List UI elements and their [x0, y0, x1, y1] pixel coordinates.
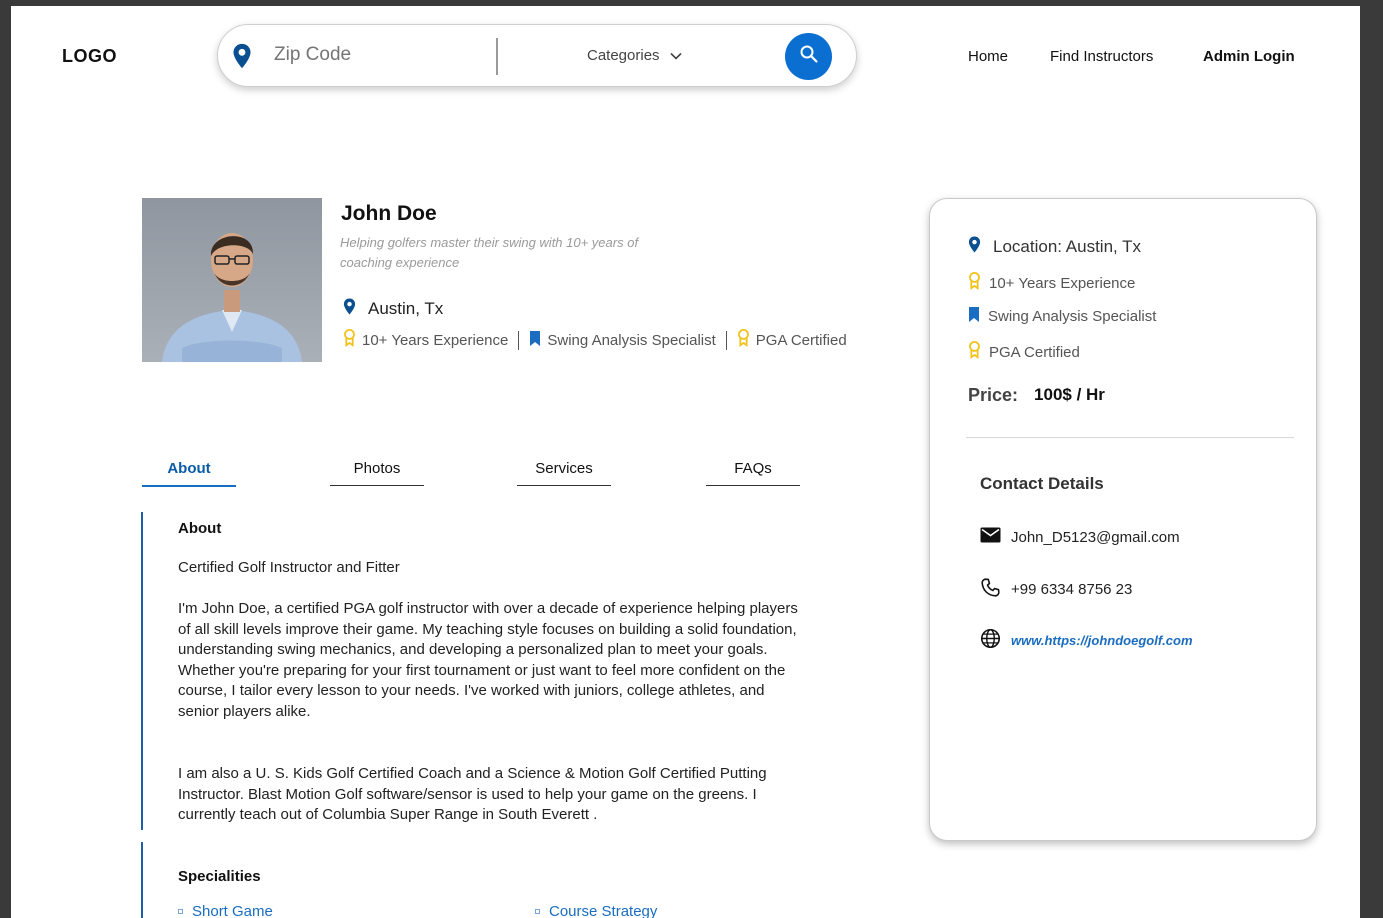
bullet-icon: [535, 909, 540, 914]
tab-about[interactable]: About: [142, 460, 236, 487]
about-heading: About: [178, 520, 222, 537]
tab-services[interactable]: Services: [517, 460, 611, 486]
bookmark-icon: [968, 307, 980, 326]
instructor-info-card: Location: Austin, Tx 10+ Years Experienc…: [929, 198, 1317, 841]
award-icon: [737, 329, 750, 351]
categories-label: Categories: [587, 47, 660, 64]
card-certification-text: PGA Certified: [989, 343, 1080, 361]
speciality-label: Short Game: [192, 903, 273, 918]
badge-separator: [725, 330, 727, 350]
about-paragraph-2: I am also a U. S. Kids Golf Certified Co…: [178, 765, 767, 824]
contact-website[interactable]: www.https://johndoegolf.com: [980, 628, 1193, 653]
profile-photo: [142, 198, 322, 362]
profile-location: Austin, Tx: [343, 298, 443, 320]
card-certification: PGA Certified: [968, 341, 1080, 363]
award-icon: [968, 272, 981, 294]
badge-separator: [518, 330, 520, 350]
contact-heading: Contact Details: [980, 474, 1104, 493]
location-pin-icon: [343, 298, 356, 320]
speciality-item[interactable]: Short Game: [178, 903, 273, 918]
search-button[interactable]: [785, 33, 832, 80]
profile-badges: 10+ Years Experience Swing Analysis Spec…: [343, 329, 847, 351]
search-bar: Categories: [217, 24, 857, 87]
nav-find-instructors[interactable]: Find Instructors: [1050, 48, 1153, 65]
badge-experience: 10+ Years Experience: [343, 329, 508, 351]
globe-icon: [980, 628, 1001, 653]
nav-admin-login[interactable]: Admin Login: [1203, 48, 1295, 65]
badge-experience-label: 10+ Years Experience: [362, 331, 509, 349]
card-experience: 10+ Years Experience: [968, 272, 1135, 294]
price-value: 100$ / Hr: [1034, 385, 1105, 404]
card-specialist-text: Swing Analysis Specialist: [988, 308, 1157, 325]
card-divider: [966, 437, 1294, 438]
badge-specialist-label: Swing Analysis Specialist: [547, 331, 716, 349]
nav-home[interactable]: Home: [968, 48, 1008, 65]
card-specialist: Swing Analysis Specialist: [968, 307, 1156, 326]
specialities-heading: Specialities: [178, 868, 261, 885]
search-divider: [496, 38, 498, 75]
badge-specialist: Swing Analysis Specialist: [529, 330, 716, 350]
contact-phone[interactable]: +99 6334 8756 23: [980, 577, 1132, 602]
price: Price: 100$ / Hr: [968, 385, 1105, 406]
search-icon: [799, 44, 819, 69]
contact-email[interactable]: John_D5123@gmail.com: [980, 527, 1180, 547]
speciality-label: Course Strategy: [549, 903, 658, 918]
contact-phone-text: +99 6334 8756 23: [1011, 581, 1133, 598]
location-pin-icon: [968, 236, 981, 258]
bookmark-icon: [529, 330, 541, 350]
contact-email-text: John_D5123@gmail.com: [1011, 528, 1180, 546]
specialities-accent-line: [141, 842, 143, 918]
about-accent-line: [141, 512, 143, 830]
instructor-name: John Doe: [341, 202, 437, 225]
phone-icon: [980, 577, 1001, 602]
card-location: Location: Austin, Tx: [968, 236, 1141, 258]
badge-certified-label: PGA Certified: [755, 331, 847, 349]
categories-dropdown[interactable]: Categories: [587, 47, 682, 64]
mail-icon: [980, 527, 1001, 547]
about-paragraph-1: I'm John Doe, a certified PGA golf instr…: [178, 600, 798, 720]
tab-photos[interactable]: Photos: [330, 460, 424, 486]
zip-code-input[interactable]: [274, 44, 474, 66]
logo[interactable]: LOGO: [62, 46, 117, 67]
badge-certified: PGA Certified: [737, 329, 847, 351]
card-experience-text: 10+ Years Experience: [989, 274, 1136, 292]
card-location-text: Location: Austin, Tx: [993, 237, 1142, 256]
price-label: Price:: [968, 385, 1019, 405]
chevron-down-icon: [669, 47, 682, 64]
speciality-item[interactable]: Course Strategy: [535, 903, 657, 918]
contact-website-link[interactable]: www.https://johndoegolf.com: [1011, 633, 1193, 648]
page: LOGO Categories Home Find Instructors Ad…: [11, 6, 1360, 918]
location-pin-icon: [232, 43, 252, 74]
about-subheading: Certified Golf Instructor and Fitter: [178, 559, 400, 576]
profile-location-text: Austin, Tx: [368, 299, 444, 318]
bullet-icon: [178, 909, 183, 914]
award-icon: [968, 341, 981, 363]
instructor-tagline: Helping golfers master their swing with …: [340, 235, 639, 270]
award-icon: [343, 329, 356, 351]
tab-faqs[interactable]: FAQs: [706, 460, 800, 486]
